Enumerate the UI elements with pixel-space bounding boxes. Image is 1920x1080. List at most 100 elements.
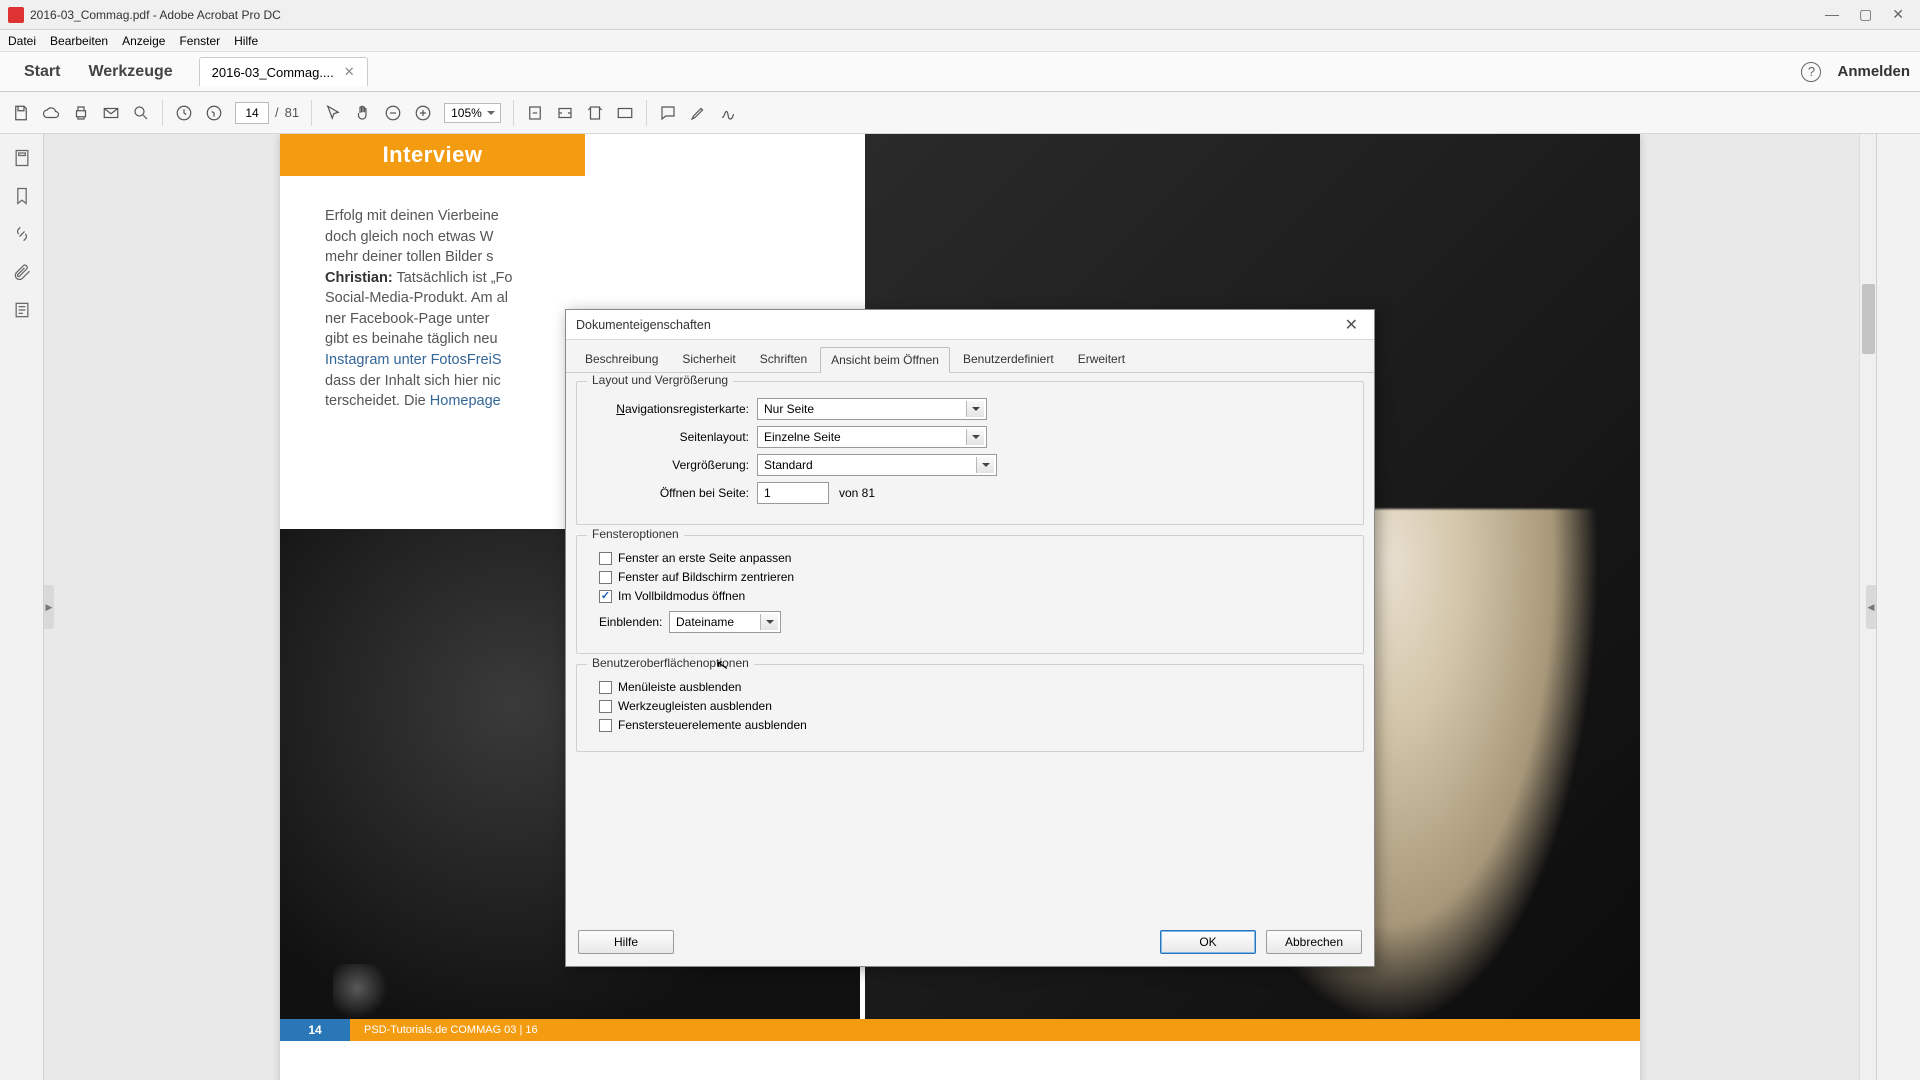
dialog-tabs: Beschreibung Sicherheit Schriften Ansich… [566,340,1374,373]
pagelayout-select[interactable]: Einzelne Seite [757,426,987,448]
close-tab-icon[interactable]: ✕ [344,64,355,80]
fit-height-icon[interactable] [586,104,604,122]
right-tools-strip[interactable] [1876,134,1920,1080]
left-nav-strip [0,134,44,1080]
checkbox-hide-window-controls[interactable] [599,719,612,732]
page-current-input[interactable] [235,102,269,124]
group-window-legend: Fensteroptionen [587,527,684,541]
page-body-text: Erfolg mit deinen Vierbeine doch gleich … [325,206,585,412]
menu-file[interactable]: Datei [8,34,36,48]
search-icon[interactable] [132,104,150,122]
menu-edit[interactable]: Bearbeiten [50,34,108,48]
hand-icon[interactable] [354,104,372,122]
pagelayout-label: Seitenlayout: [589,430,749,444]
checkbox-hide-menubar-label: Menüleiste ausblenden [618,680,741,694]
menu-view[interactable]: Anzeige [122,34,165,48]
minimize-icon[interactable]: — [1825,6,1839,23]
help-icon[interactable]: ? [1801,62,1821,82]
app-icon [8,7,24,23]
document-tab[interactable]: 2016-03_Commag.... ✕ [199,57,368,86]
maximize-icon[interactable]: ▢ [1859,6,1872,23]
tab-description[interactable]: Beschreibung [574,346,669,372]
checkbox-hide-window-controls-label: Fenstersteuerelemente ausblenden [618,718,807,732]
checkbox-center-screen-label: Fenster auf Bildschirm zentrieren [618,570,794,584]
page-footer: 14 PSD-Tutorials.de COMMAG 03 | 16 [280,1019,1640,1041]
fit-width-icon[interactable] [556,104,574,122]
checkbox-fit-first-page-label: Fenster an erste Seite anpassen [618,551,791,565]
window-titlebar: 2016-03_Commag.pdf - Adobe Acrobat Pro D… [0,0,1920,30]
tab-initial-view[interactable]: Ansicht beim Öffnen [820,347,950,373]
mail-icon[interactable] [102,104,120,122]
window-title: 2016-03_Commag.pdf - Adobe Acrobat Pro D… [30,8,281,22]
checkbox-fullscreen-label: Im Vollbildmodus öffnen [618,589,745,603]
nav-label: Navigationsregisterkarte: [589,402,749,416]
dialog-title: Dokumenteigenschaften [576,318,711,332]
checkbox-fullscreen[interactable] [599,590,612,603]
highlight-icon[interactable] [689,104,707,122]
open-page-input[interactable]: 1 [757,482,829,504]
tab-security[interactable]: Sicherheit [671,346,746,372]
next-view-icon[interactable] [205,104,223,122]
main-area: ▶ Interview Erfolg mit deinen Vierbeine … [0,134,1920,1080]
show-label: Einblenden: [599,615,661,629]
toolbar: / 81 105% [0,92,1920,134]
zoom-select[interactable]: 105% [444,104,501,122]
cloud-icon[interactable] [42,104,60,122]
tools-button[interactable]: Werkzeuge [74,57,186,87]
bookmark-icon[interactable] [12,186,32,206]
group-layout-legend: Layout und Vergrößerung [587,373,733,387]
link-icon[interactable] [12,224,32,244]
close-icon[interactable]: ✕ [1892,6,1904,23]
layers-icon[interactable] [12,300,32,320]
reading-mode-icon[interactable] [616,104,634,122]
expand-right-icon[interactable]: ◀ [1866,585,1876,629]
dialog-close-icon[interactable]: ✕ [1339,315,1364,335]
cancel-button[interactable]: Abbrechen [1266,930,1362,954]
open-page-label: Öffnen bei Seite: [589,486,749,500]
save-icon[interactable] [12,104,30,122]
tab-fonts[interactable]: Schriften [749,346,818,372]
checkbox-hide-toolbars[interactable] [599,700,612,713]
fit-page-icon[interactable] [526,104,544,122]
page-heading-badge: Interview [280,134,585,176]
footer-text: PSD-Tutorials.de COMMAG 03 | 16 [364,1024,538,1036]
menu-window[interactable]: Fenster [179,34,220,48]
watermark-icon [333,964,393,1024]
print-icon[interactable] [72,104,90,122]
group-layout: Layout und Vergrößerung Navigationsregis… [576,381,1364,525]
ok-button[interactable]: OK [1160,930,1256,954]
zoom-out-icon[interactable] [384,104,402,122]
help-button[interactable]: Hilfe [578,930,674,954]
scrollbar-thumb[interactable] [1862,284,1875,354]
magnification-select[interactable]: Standard [757,454,997,476]
signin-button[interactable]: Anmelden [1837,63,1910,80]
checkbox-center-screen[interactable] [599,571,612,584]
sign-icon[interactable] [719,104,737,122]
checkbox-hide-menubar[interactable] [599,681,612,694]
page-total: 81 [285,105,299,120]
pointer-icon[interactable] [324,104,342,122]
tab-advanced[interactable]: Erweitert [1067,346,1136,372]
menu-help[interactable]: Hilfe [234,34,258,48]
checkbox-hide-toolbars-label: Werkzeugleisten ausblenden [618,699,772,713]
tab-custom[interactable]: Benutzerdefiniert [952,346,1065,372]
comment-icon[interactable] [659,104,677,122]
zoom-value: 105% [444,103,501,123]
dialog-titlebar[interactable]: Dokumenteigenschaften ✕ [566,310,1374,340]
magnification-label: Vergrößerung: [589,458,749,472]
group-window: Fensteroptionen Fenster an erste Seite a… [576,535,1364,654]
checkbox-fit-first-page[interactable] [599,552,612,565]
group-ui-legend: Benutzeroberflächenoptionen [587,656,754,670]
group-ui: Benutzeroberflächenoptionen Menüleiste a… [576,664,1364,752]
menubar: Datei Bearbeiten Anzeige Fenster Hilfe [0,30,1920,52]
start-button[interactable]: Start [10,57,74,87]
document-tab-label: 2016-03_Commag.... [212,65,334,80]
attachment-icon[interactable] [12,262,32,282]
nav-select[interactable]: Nur Seite [757,398,987,420]
tab-row: Start Werkzeuge 2016-03_Commag.... ✕ ? A… [0,52,1920,92]
zoom-in-icon[interactable] [414,104,432,122]
page-navigator: / 81 [235,102,299,124]
show-select[interactable]: Dateiname [669,611,781,633]
thumbnails-icon[interactable] [12,148,32,168]
prev-view-icon[interactable] [175,104,193,122]
